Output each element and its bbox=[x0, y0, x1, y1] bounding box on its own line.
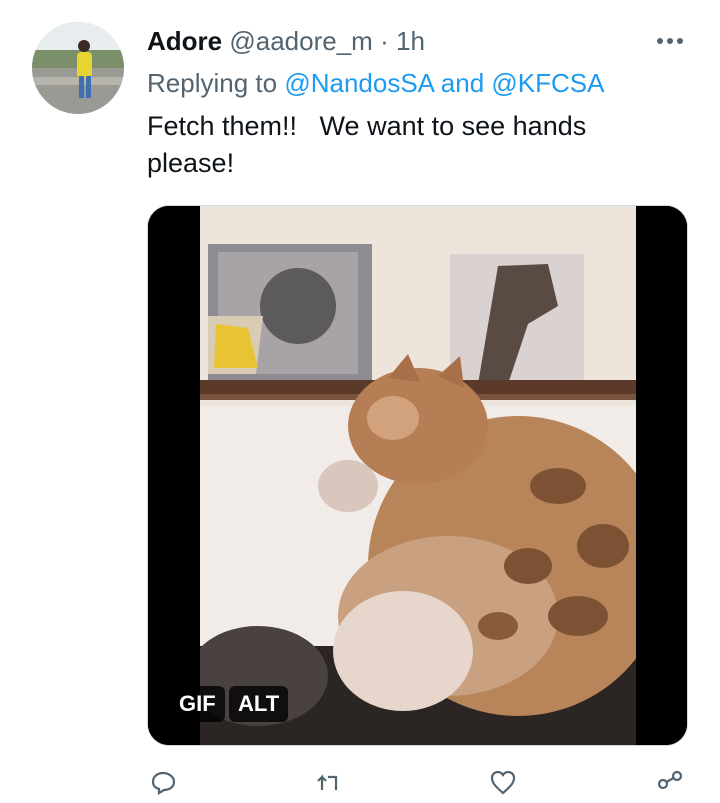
replying-prefix: Replying to bbox=[147, 68, 285, 98]
heart-icon[interactable] bbox=[488, 768, 518, 798]
tweet-actions bbox=[0, 768, 720, 795]
avatar[interactable] bbox=[32, 22, 124, 114]
user-handle[interactable]: @aadore_m bbox=[229, 26, 372, 56]
mention-link-nandossa[interactable]: @NandosSA bbox=[284, 68, 433, 98]
avatar-image bbox=[32, 22, 124, 114]
separator-dot: · bbox=[380, 26, 389, 56]
retweet-icon[interactable] bbox=[314, 768, 344, 798]
mention-link-kfcsa[interactable]: @KFCSA bbox=[491, 68, 604, 98]
tweet[interactable]: Adore @aadore_m · 1h Replying to @Nandos… bbox=[0, 0, 720, 795]
replying-to: Replying to @NandosSA and @KFCSA bbox=[147, 66, 604, 100]
share-icon[interactable] bbox=[655, 768, 685, 798]
mention-joiner: and bbox=[433, 68, 492, 98]
tweet-media-gif[interactable] bbox=[147, 205, 688, 746]
gif-frame-image bbox=[148, 206, 687, 745]
more-horizontal-icon[interactable] bbox=[652, 30, 688, 52]
tweet-text: Fetch them!! We want to see hands please… bbox=[147, 111, 587, 178]
alt-badge[interactable]: ALT bbox=[229, 686, 289, 722]
gif-badge: GIF bbox=[170, 686, 225, 722]
timestamp[interactable]: 1h bbox=[396, 26, 425, 56]
display-name[interactable]: Adore bbox=[147, 26, 222, 56]
tweet-header: Adore @aadore_m · 1h bbox=[147, 24, 425, 58]
reply-icon[interactable] bbox=[148, 768, 178, 798]
